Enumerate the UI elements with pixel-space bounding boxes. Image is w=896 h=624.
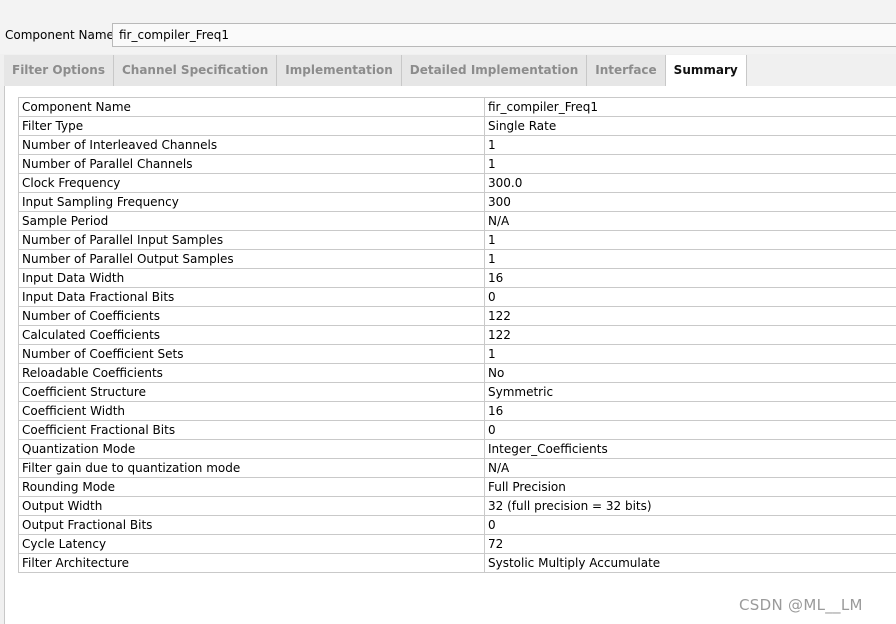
component-name-row: Component Name fir_compiler_Freq1 xyxy=(0,0,896,54)
summary-key: Coefficient Structure xyxy=(18,382,485,402)
summary-key: Sample Period xyxy=(18,211,485,231)
table-row: Cycle Latency 72 xyxy=(18,534,896,554)
summary-value: 0 xyxy=(484,287,896,307)
summary-key: Output Width xyxy=(18,496,485,516)
summary-value: 32 (full precision = 32 bits) xyxy=(484,496,896,516)
table-row: Filter Type Single Rate xyxy=(18,116,896,136)
summary-key: Calculated Coefficients xyxy=(18,325,485,345)
summary-key: Number of Parallel Input Samples xyxy=(18,230,485,250)
summary-value: fir_compiler_Freq1 xyxy=(484,97,896,117)
table-row: Output Fractional Bits 0 xyxy=(18,515,896,535)
table-row: Coefficient Width 16 xyxy=(18,401,896,421)
summary-value: 1 xyxy=(484,230,896,250)
summary-value: 0 xyxy=(484,420,896,440)
summary-key: Rounding Mode xyxy=(18,477,485,497)
summary-value: N/A xyxy=(484,211,896,231)
summary-value: 1 xyxy=(484,135,896,155)
component-name-label: Component Name xyxy=(5,28,114,42)
table-row: Calculated Coefficients 122 xyxy=(18,325,896,345)
tab-filter-options[interactable]: Filter Options xyxy=(4,55,114,86)
table-row: Reloadable Coefficients No xyxy=(18,363,896,383)
summary-key: Clock Frequency xyxy=(18,173,485,193)
summary-value: Single Rate xyxy=(484,116,896,136)
summary-key: Input Data Fractional Bits xyxy=(18,287,485,307)
summary-key: Filter Type xyxy=(18,116,485,136)
summary-value: 300 xyxy=(484,192,896,212)
component-name-input[interactable]: fir_compiler_Freq1 xyxy=(112,23,896,47)
tab-interface[interactable]: Interface xyxy=(587,55,666,86)
tab-bar: Filter Options Channel Specification Imp… xyxy=(4,55,896,86)
summary-value: 1 xyxy=(484,249,896,269)
summary-key: Input Data Width xyxy=(18,268,485,288)
summary-key: Number of Coefficients xyxy=(18,306,485,326)
summary-key: Coefficient Width xyxy=(18,401,485,421)
table-row: Quantization Mode Integer_Coefficients xyxy=(18,439,896,459)
summary-value: N/A xyxy=(484,458,896,478)
table-row: Component Name fir_compiler_Freq1 xyxy=(18,97,896,117)
summary-panel: Component Name fir_compiler_Freq1 Filter … xyxy=(4,86,896,624)
summary-value: 72 xyxy=(484,534,896,554)
table-row: Coefficient Structure Symmetric xyxy=(18,382,896,402)
table-row: Number of Coefficients 122 xyxy=(18,306,896,326)
summary-value: 300.0 xyxy=(484,173,896,193)
table-row: Input Sampling Frequency 300 xyxy=(18,192,896,212)
summary-key: Reloadable Coefficients xyxy=(18,363,485,383)
watermark-text: CSDN @ML__LM xyxy=(739,596,863,614)
table-row: Number of Coefficient Sets 1 xyxy=(18,344,896,364)
table-row: Output Width 32 (full precision = 32 bits… xyxy=(18,496,896,516)
summary-key: Coefficient Fractional Bits xyxy=(18,420,485,440)
tab-channel-specification[interactable]: Channel Specification xyxy=(113,55,278,86)
table-row: Clock Frequency 300.0 xyxy=(18,173,896,193)
table-row: Sample Period N/A xyxy=(18,211,896,231)
summary-key: Quantization Mode xyxy=(18,439,485,459)
summary-value: Full Precision xyxy=(484,477,896,497)
summary-value: 1 xyxy=(484,154,896,174)
summary-key: Output Fractional Bits xyxy=(18,515,485,535)
summary-value: 122 xyxy=(484,306,896,326)
summary-table: Component Name fir_compiler_Freq1 Filter … xyxy=(18,97,896,573)
table-row: Rounding Mode Full Precision xyxy=(18,477,896,497)
table-row: Number of Interleaved Channels 1 xyxy=(18,135,896,155)
summary-key: Input Sampling Frequency xyxy=(18,192,485,212)
summary-value: No xyxy=(484,363,896,383)
summary-key: Number of Parallel Output Samples xyxy=(18,249,485,269)
tab-detailed-implementation[interactable]: Detailed Implementation xyxy=(401,55,588,86)
tab-implementation[interactable]: Implementation xyxy=(277,55,402,86)
table-row: Input Data Width 16 xyxy=(18,268,896,288)
summary-value: Systolic Multiply Accumulate xyxy=(484,553,896,573)
tab-summary[interactable]: Summary xyxy=(665,55,747,86)
summary-value: 16 xyxy=(484,268,896,288)
table-row: Coefficient Fractional Bits 0 xyxy=(18,420,896,440)
summary-key: Filter Architecture xyxy=(18,553,485,573)
summary-value: 16 xyxy=(484,401,896,421)
table-row: Filter Architecture Systolic Multiply Acc… xyxy=(18,553,896,573)
summary-key: Number of Parallel Channels xyxy=(18,154,485,174)
table-row: Number of Parallel Channels 1 xyxy=(18,154,896,174)
summary-value: 122 xyxy=(484,325,896,345)
summary-value: 0 xyxy=(484,515,896,535)
summary-key: Number of Interleaved Channels xyxy=(18,135,485,155)
summary-key: Filter gain due to quantization mode xyxy=(18,458,485,478)
summary-key: Number of Coefficient Sets xyxy=(18,344,485,364)
summary-value: 1 xyxy=(484,344,896,364)
summary-key: Cycle Latency xyxy=(18,534,485,554)
summary-key: Component Name xyxy=(18,97,485,117)
table-row: Filter gain due to quantization mode N/A xyxy=(18,458,896,478)
table-row: Number of Parallel Input Samples 1 xyxy=(18,230,896,250)
summary-value: Integer_Coefficients xyxy=(484,439,896,459)
table-row: Input Data Fractional Bits 0 xyxy=(18,287,896,307)
table-row: Number of Parallel Output Samples 1 xyxy=(18,249,896,269)
summary-value: Symmetric xyxy=(484,382,896,402)
